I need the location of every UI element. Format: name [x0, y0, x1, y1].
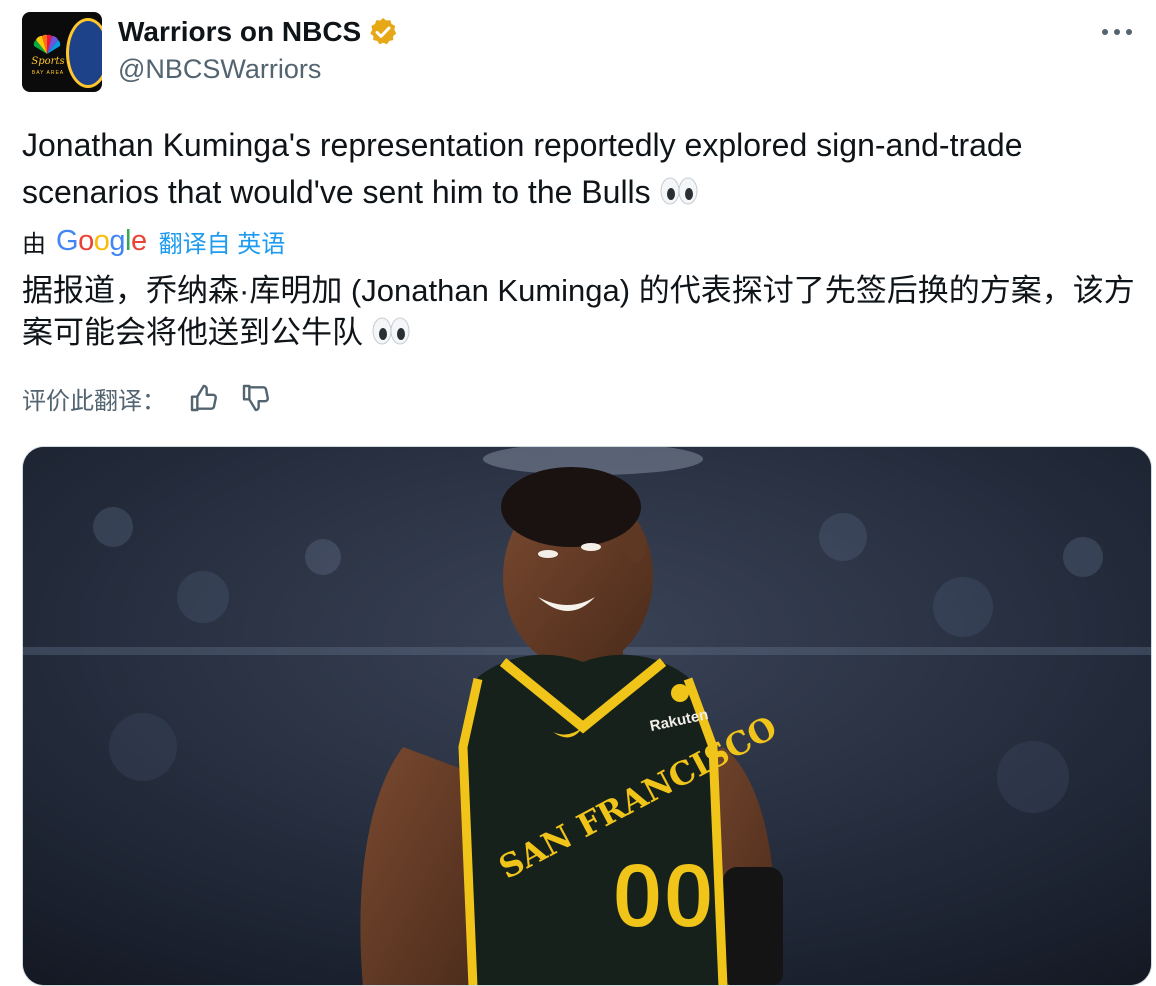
tweet-text-line-2-content: scenarios that would've sent him to the … [22, 174, 651, 210]
more-options-icon[interactable] [1100, 22, 1134, 42]
translated-text-content: 据报道，乔纳森·库明加 (Jonathan Kuminga) 的代表探讨了先签后… [22, 273, 1135, 350]
peacock-icon [33, 34, 61, 54]
avatar-logo-subtext: BAY AREA [31, 70, 65, 76]
avatar-logo-text: Sports [31, 56, 65, 67]
tweet-text-line-1: Jonathan Kuminga's representation report… [22, 127, 1023, 163]
eyes-emoji-icon-translated [372, 317, 410, 345]
avatar[interactable]: Sports BAY AREA [22, 12, 102, 92]
tweet-media-photo[interactable]: Rakuten SAN FRANCISCO 00 [22, 446, 1152, 986]
player-photo: Rakuten SAN FRANCISCO 00 [23, 447, 1151, 985]
eyes-emoji-icon [660, 177, 698, 205]
account-handle[interactable]: @NBCSWarriors [118, 54, 321, 85]
tweet-text-line-2: scenarios that would've sent him to the … [22, 169, 1142, 216]
rate-translation-label: 评价此翻译： [22, 387, 166, 415]
warriors-bridge-logo [66, 18, 102, 88]
translated-from-link[interactable]: 翻译自 英语 [159, 224, 286, 259]
jersey-number-text: 00 [612, 845, 714, 947]
display-name[interactable]: Warriors on NBCS [118, 16, 361, 48]
name-row: Warriors on NBCS [118, 14, 399, 50]
thumbs-up-icon[interactable] [188, 382, 220, 414]
translation-by-label: 由 [22, 230, 46, 258]
google-logo: Google [56, 224, 147, 257]
rate-translation-row: 评价此翻译： [22, 378, 292, 418]
thumbs-down-icon[interactable] [240, 382, 272, 414]
translated-text: 据报道，乔纳森·库明加 (Jonathan Kuminga) 的代表探讨了先签后… [22, 270, 1137, 354]
verified-badge-icon[interactable] [367, 16, 399, 48]
tweet-text: Jonathan Kuminga's representation report… [22, 122, 1142, 216]
tweet-header: Sports BAY AREA Warriors on NBCS @NBCSWa… [22, 12, 1134, 92]
translation-attribution: 由 Google 翻译自 英语 [22, 222, 285, 260]
